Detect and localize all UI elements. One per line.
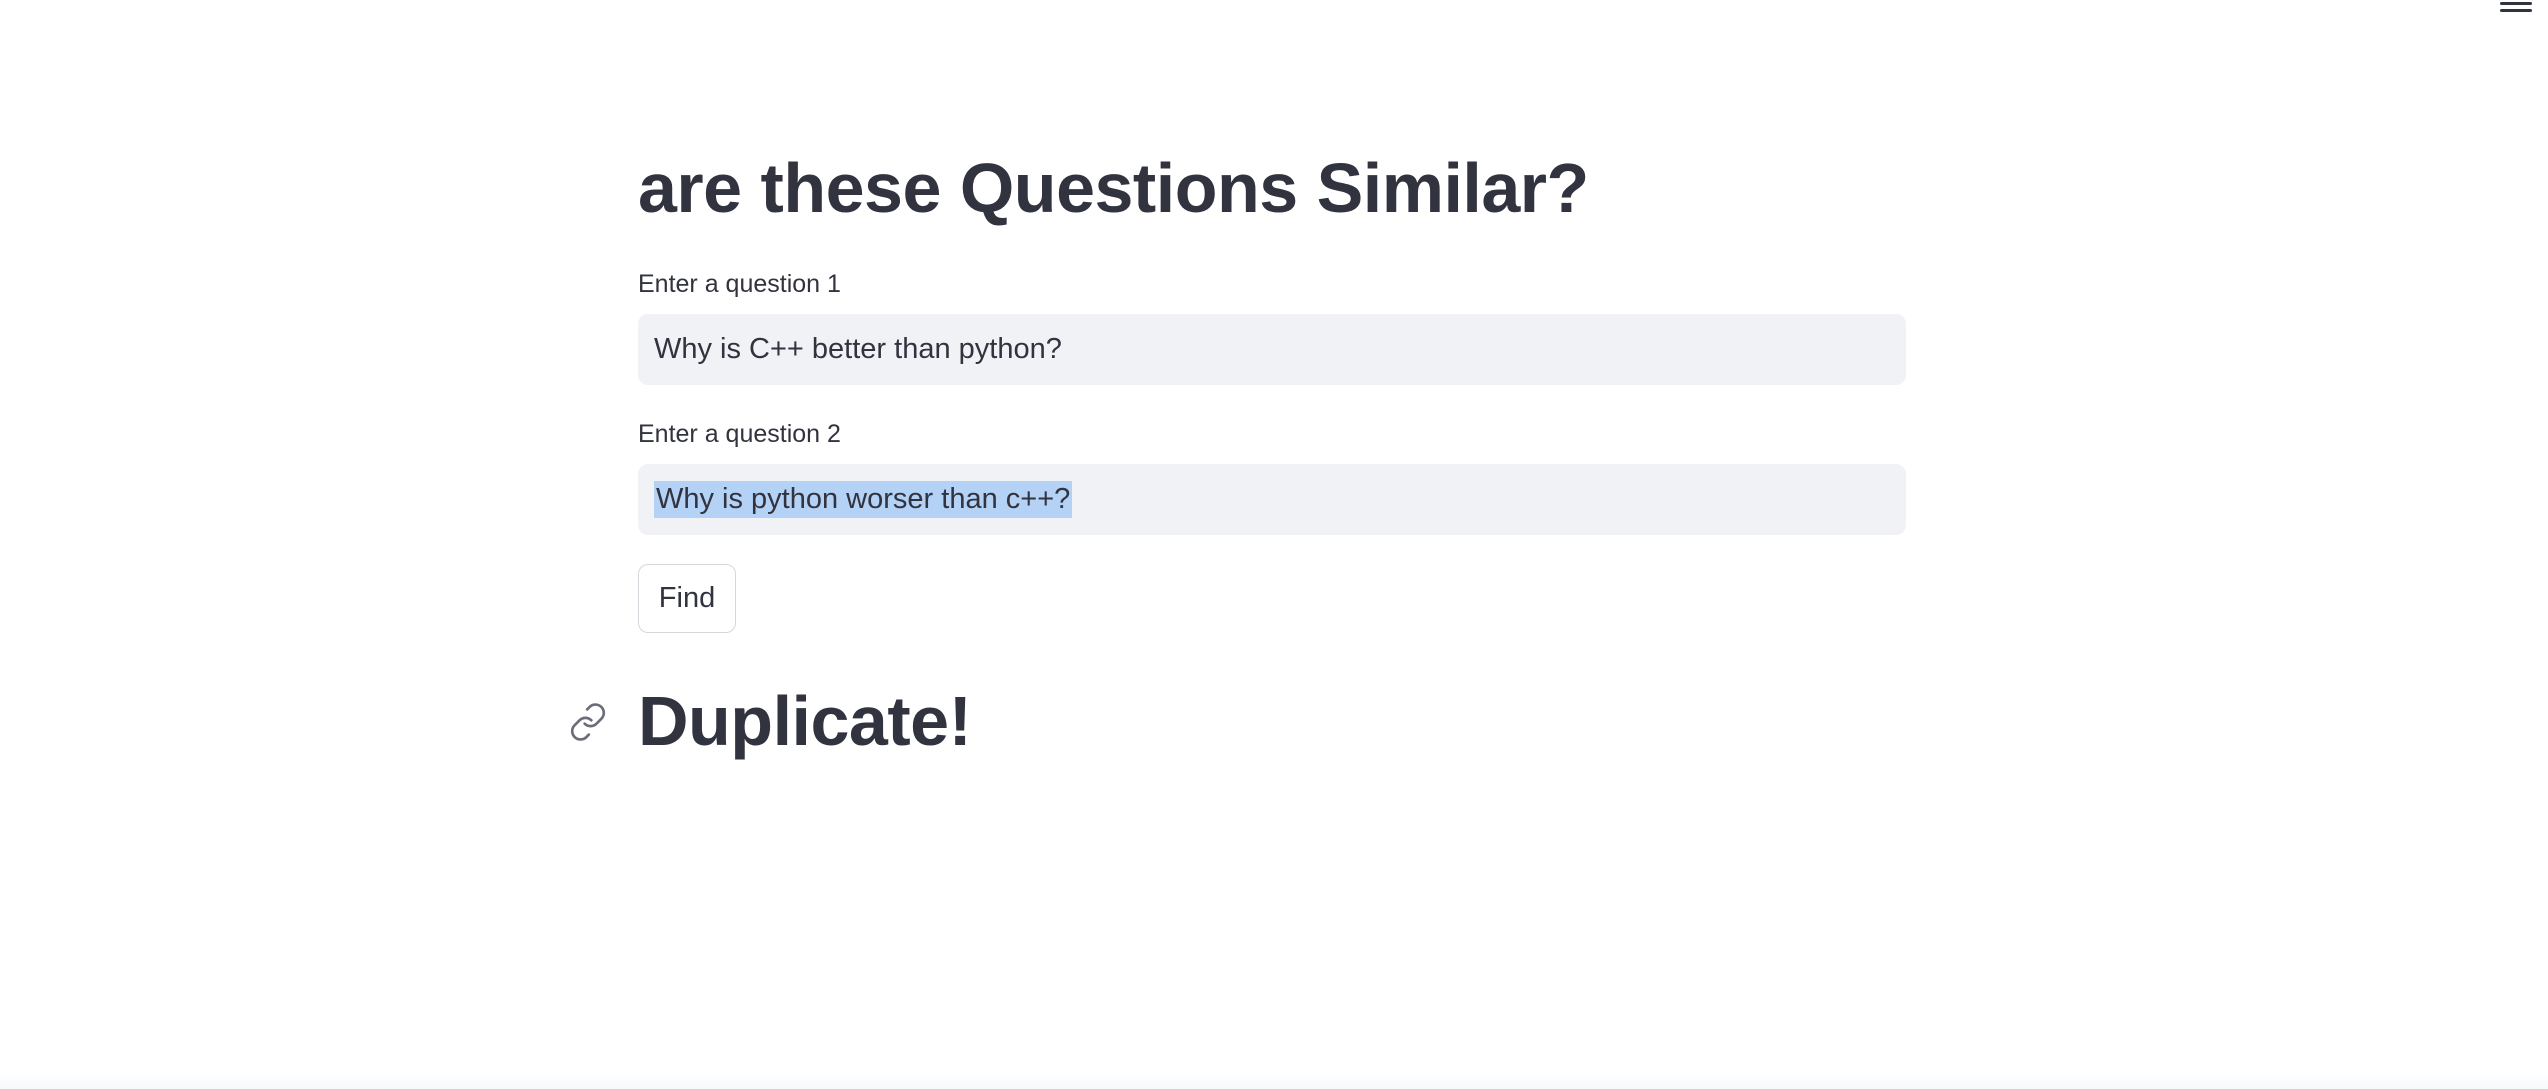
menu-bar	[2500, 1, 2532, 5]
question-2-selected-value: Why is python worser than c++?	[654, 481, 1073, 518]
link-icon[interactable]	[568, 702, 608, 742]
question-2-label: Enter a question 2	[638, 420, 841, 448]
menu-bar	[2500, 9, 2532, 12]
question-1-label: Enter a question 1	[638, 270, 841, 298]
result-section: Duplicate!	[568, 682, 972, 760]
question-1-input[interactable]	[638, 314, 1906, 385]
hamburger-menu-icon[interactable]	[2496, 0, 2536, 18]
bottom-divider	[0, 1073, 2548, 1089]
question-2-input[interactable]: Why is python worser than c++?	[638, 464, 1906, 535]
result-heading: Duplicate!	[638, 682, 972, 760]
app-page: are these Questions Similar? Enter a que…	[0, 0, 2548, 1089]
page-title: are these Questions Similar?	[638, 149, 1589, 227]
find-button[interactable]: Find	[638, 564, 736, 633]
